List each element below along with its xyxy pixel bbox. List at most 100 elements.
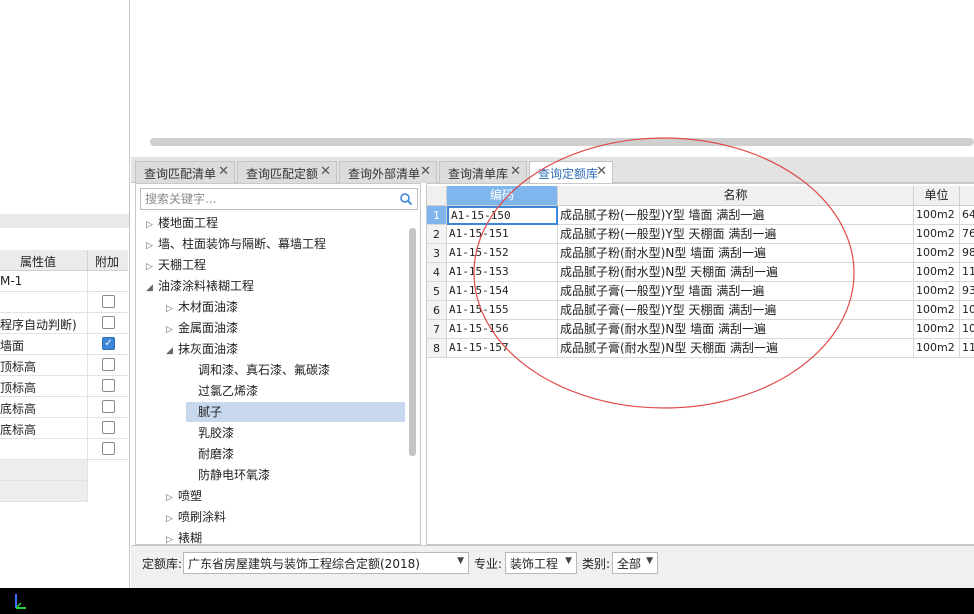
collapsed-arrow-icon[interactable]: ▷ <box>166 509 178 529</box>
row-number[interactable]: 1 <box>427 206 447 225</box>
tree-node[interactable]: ▷ 喷刷涂料 <box>166 507 386 527</box>
expanded-arrow-icon[interactable]: ◢ <box>146 278 158 298</box>
quota-name-cell[interactable]: 成品腻子粉(耐水型)N型 墙面 满刮一遍 <box>558 244 914 263</box>
property-value[interactable]: 底标高 <box>0 421 86 438</box>
tree-node[interactable]: ▷ 天棚工程 <box>146 255 386 275</box>
collapsed-arrow-icon[interactable]: ▷ <box>146 257 158 277</box>
quota-extra-cell[interactable]: 11 <box>960 339 974 358</box>
quota-name-cell[interactable]: 成品腻子粉(一般型)Y型 墙面 满刮一遍 <box>558 206 914 225</box>
tree-node[interactable]: ◢ 抹灰面油漆 <box>166 339 386 359</box>
close-icon[interactable]: ✕ <box>218 164 229 179</box>
extra-checkbox[interactable] <box>102 379 115 392</box>
quota-library-select[interactable]: 广东省房屋建筑与装饰工程综合定额(2018) ▼ <box>183 552 469 574</box>
quota-name-cell[interactable]: 成品腻子粉(一般型)Y型 天棚面 满刮一遍 <box>558 225 914 244</box>
quota-name-cell[interactable]: 成品腻子粉(耐水型)N型 天棚面 满刮一遍 <box>558 263 914 282</box>
property-value[interactable]: M-1 <box>0 274 86 288</box>
tab-match-quota[interactable]: 查询匹配定额 ✕ <box>237 161 337 183</box>
grid-header-name[interactable]: 名称 <box>558 186 914 206</box>
major-select[interactable]: 装饰工程 ▼ <box>505 552 577 574</box>
tab-quota-library[interactable]: 查询定额库 ✕ <box>529 161 613 184</box>
quota-unit-cell[interactable]: 100m2 <box>914 263 960 282</box>
quota-extra-cell[interactable]: 64 <box>960 206 974 225</box>
quota-unit-cell[interactable]: 100m2 <box>914 320 960 339</box>
tree-node[interactable]: ▷ 楼地面工程 <box>146 213 386 233</box>
quota-code-cell[interactable]: A1-15-154 <box>447 282 558 301</box>
quota-extra-cell[interactable]: 93 <box>960 282 974 301</box>
tree-node[interactable]: 腻子 <box>186 402 405 422</box>
quota-code-cell[interactable]: A1-15-150 <box>447 206 558 225</box>
tab-match-list[interactable]: 查询匹配清单 ✕ <box>135 161 235 183</box>
extra-checkbox[interactable] <box>102 442 115 455</box>
row-number[interactable]: 4 <box>427 263 447 282</box>
close-icon[interactable]: ✕ <box>320 164 331 179</box>
tree-node[interactable]: 防静电环氧漆 <box>186 465 386 485</box>
quota-unit-cell[interactable]: 100m2 <box>914 339 960 358</box>
property-value[interactable]: 程序自动判断) <box>0 316 86 333</box>
quota-extra-cell[interactable]: 11 <box>960 263 974 282</box>
collapsed-arrow-icon[interactable]: ▷ <box>166 320 178 340</box>
quota-name-cell[interactable]: 成品腻子膏(一般型)Y型 天棚面 满刮一遍 <box>558 301 914 320</box>
quota-unit-cell[interactable]: 100m2 <box>914 225 960 244</box>
tree-vertical-scrollbar[interactable] <box>409 228 416 456</box>
tree-node[interactable]: ▷ 木材面油漆 <box>166 297 386 317</box>
quota-extra-cell[interactable]: 10 <box>960 301 974 320</box>
quota-name-cell[interactable]: 成品腻子膏(耐水型)N型 墙面 满刮一遍 <box>558 320 914 339</box>
search-input[interactable] <box>141 189 391 209</box>
tree-node[interactable]: 乳胶漆 <box>186 423 386 443</box>
grid-header-extra[interactable] <box>960 186 974 206</box>
quota-code-cell[interactable]: A1-15-153 <box>447 263 558 282</box>
extra-checkbox[interactable] <box>102 400 115 413</box>
row-number[interactable]: 6 <box>427 301 447 320</box>
tab-list-library[interactable]: 查询清单库 ✕ <box>439 161 527 183</box>
tree-node[interactable]: ▷ 喷塑 <box>166 486 386 506</box>
row-number[interactable]: 5 <box>427 282 447 301</box>
row-number[interactable]: 8 <box>427 339 447 358</box>
property-value[interactable]: 墙面 <box>0 337 86 354</box>
close-icon[interactable]: ✕ <box>420 164 431 179</box>
close-icon[interactable]: ✕ <box>596 164 607 179</box>
tab-external-list[interactable]: 查询外部清单 ✕ <box>339 161 437 183</box>
horizontal-scrollbar[interactable] <box>150 138 974 146</box>
quota-extra-cell[interactable]: 98 <box>960 244 974 263</box>
extra-checkbox[interactable] <box>102 316 115 329</box>
quota-name-cell[interactable]: 成品腻子膏(耐水型)N型 天棚面 满刮一遍 <box>558 339 914 358</box>
tree-node[interactable]: 调和漆、真石漆、氟碳漆 <box>186 360 386 380</box>
quota-name-cell[interactable]: 成品腻子膏(一般型)Y型 墙面 满刮一遍 <box>558 282 914 301</box>
quota-code-cell[interactable]: A1-15-156 <box>447 320 558 339</box>
quota-code-cell[interactable]: A1-15-155 <box>447 301 558 320</box>
tree-node[interactable]: ◢ 油漆涂料裱糊工程 <box>146 276 386 296</box>
quota-extra-cell[interactable]: 10 <box>960 320 974 339</box>
tree-node[interactable]: ▷ 墙、柱面装饰与隔断、幕墙工程 <box>146 234 386 254</box>
property-value[interactable]: 底标高 <box>0 400 86 417</box>
search-icon[interactable] <box>399 192 413 206</box>
quota-unit-cell[interactable]: 100m2 <box>914 282 960 301</box>
tree-node[interactable]: ▷ 金属面油漆 <box>166 318 386 338</box>
property-value[interactable]: 顶标高 <box>0 379 86 396</box>
tree-node[interactable]: 耐磨漆 <box>186 444 386 464</box>
tree-node[interactable]: 过氯乙烯漆 <box>186 381 386 401</box>
category-select[interactable]: 全部 ▼ <box>612 552 658 574</box>
quota-code-cell[interactable]: A1-15-152 <box>447 244 558 263</box>
extra-checkbox[interactable]: ✓ <box>102 337 115 350</box>
row-number[interactable]: 2 <box>427 225 447 244</box>
quota-unit-cell[interactable]: 100m2 <box>914 244 960 263</box>
quota-unit-cell[interactable]: 100m2 <box>914 206 960 225</box>
quota-code-cell[interactable]: A1-15-151 <box>447 225 558 244</box>
expanded-arrow-icon[interactable]: ◢ <box>166 341 178 361</box>
row-number[interactable]: 3 <box>427 244 447 263</box>
collapsed-arrow-icon[interactable]: ▷ <box>146 236 158 256</box>
quota-code-cell[interactable]: A1-15-157 <box>447 339 558 358</box>
extra-checkbox[interactable] <box>102 358 115 371</box>
collapsed-arrow-icon[interactable]: ▷ <box>146 215 158 235</box>
extra-checkbox[interactable] <box>102 421 115 434</box>
quota-unit-cell[interactable]: 100m2 <box>914 301 960 320</box>
extra-checkbox[interactable] <box>102 295 115 308</box>
grid-header-unit[interactable]: 单位 <box>914 186 960 206</box>
grid-header-code[interactable]: 编码 <box>447 186 558 206</box>
collapsed-arrow-icon[interactable]: ▷ <box>166 488 178 508</box>
close-icon[interactable]: ✕ <box>510 164 521 179</box>
property-value[interactable]: 顶标高 <box>0 358 86 375</box>
row-number[interactable]: 7 <box>427 320 447 339</box>
quota-extra-cell[interactable]: 76 <box>960 225 974 244</box>
collapsed-arrow-icon[interactable]: ▷ <box>166 299 178 319</box>
